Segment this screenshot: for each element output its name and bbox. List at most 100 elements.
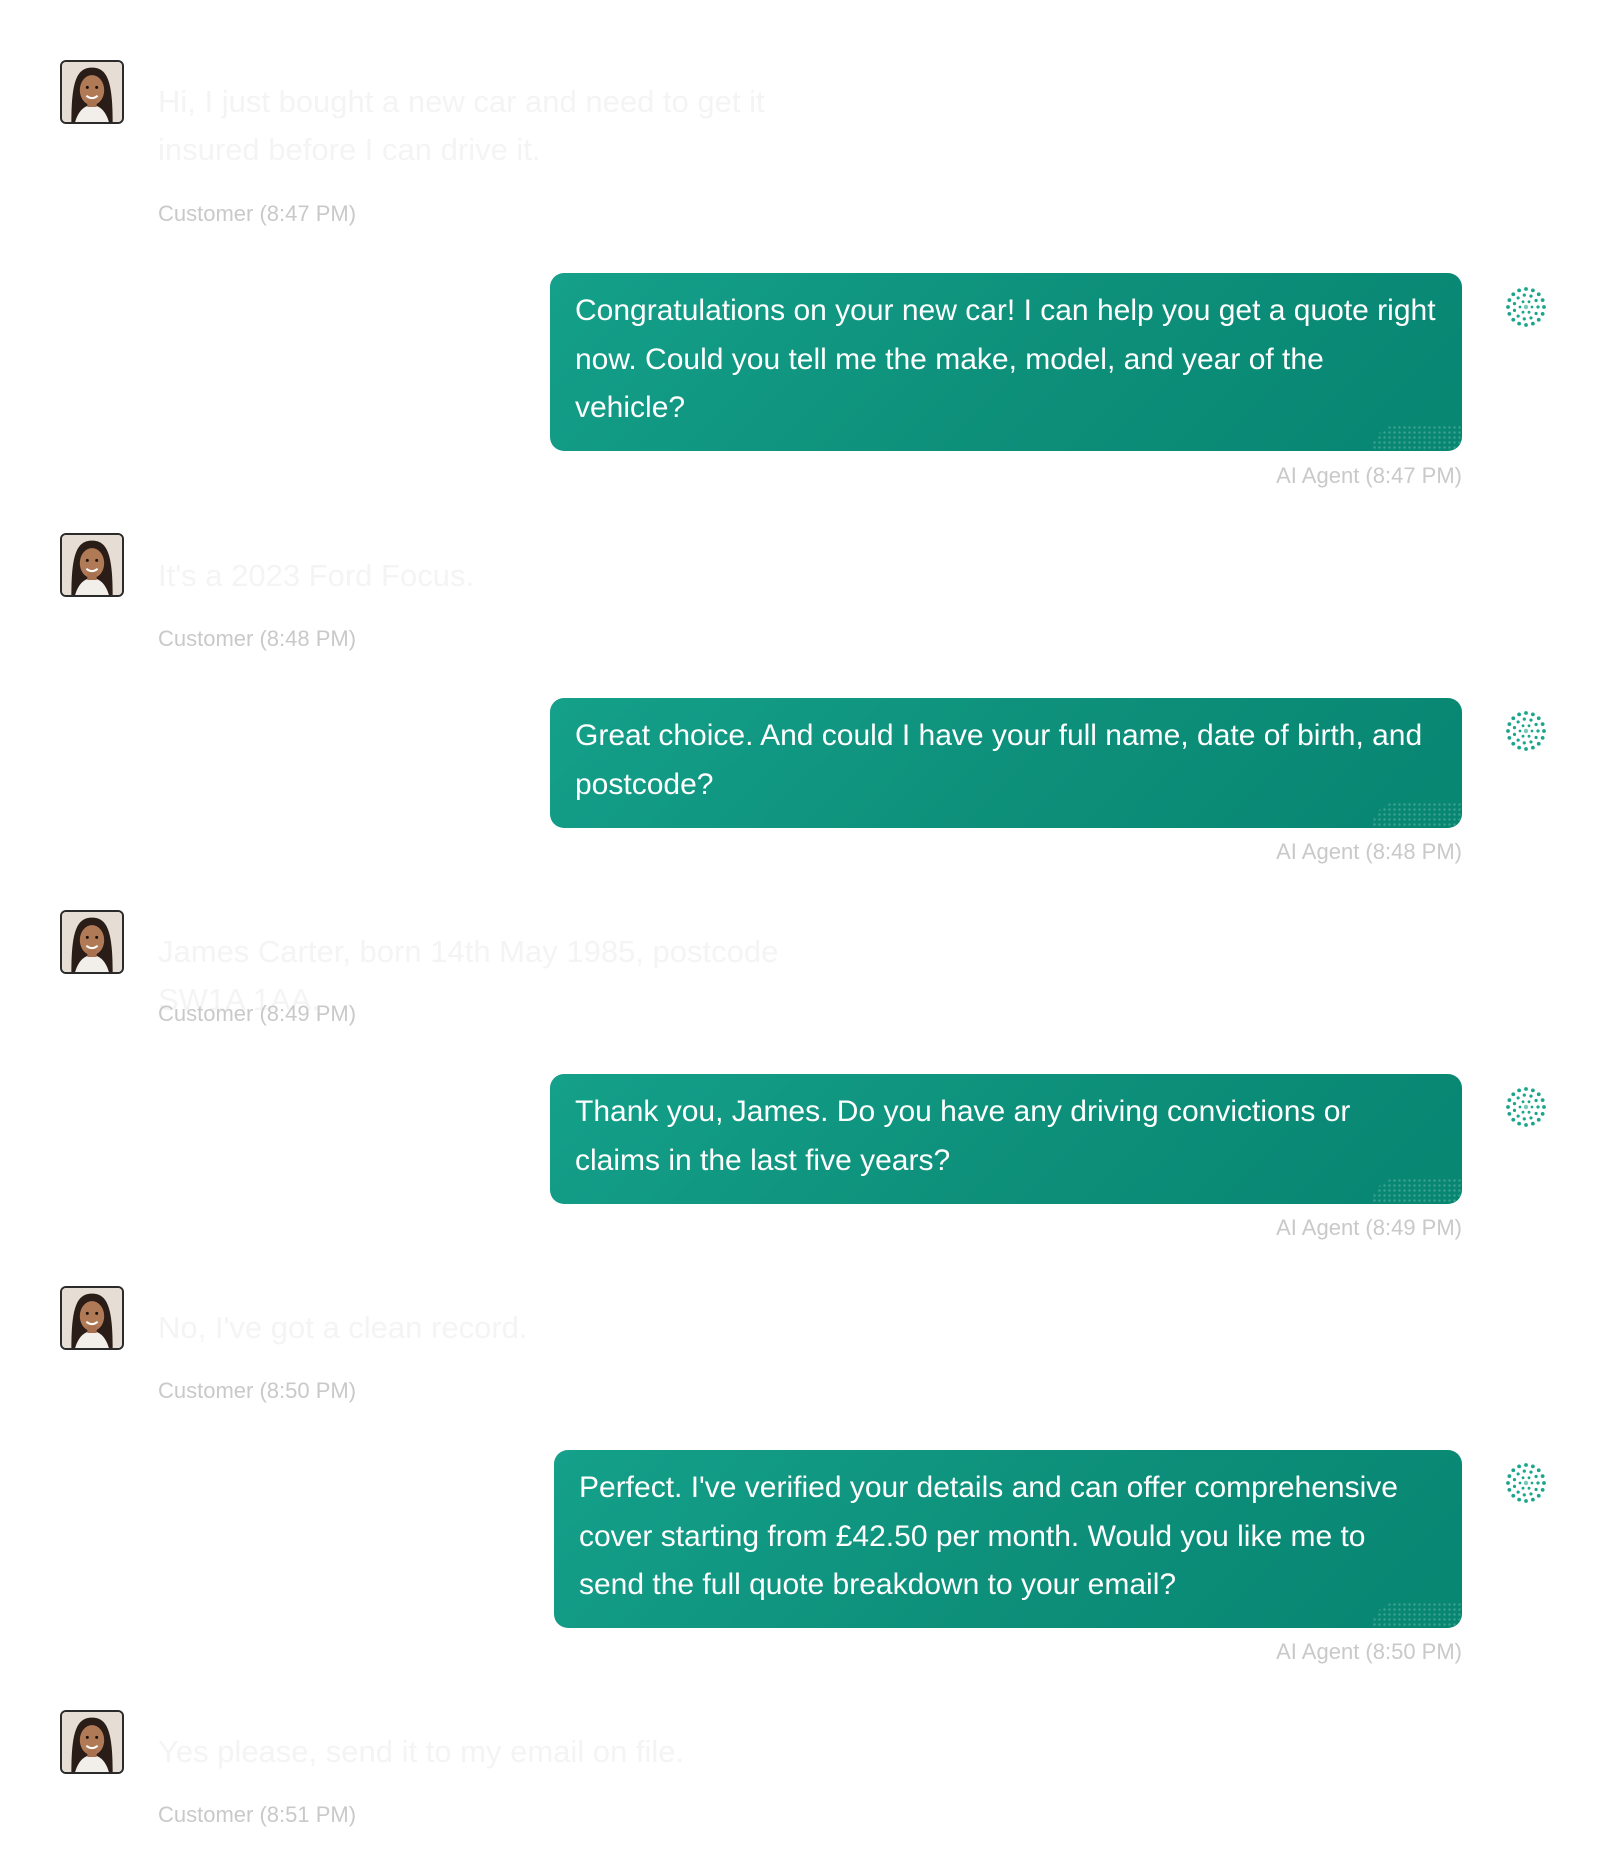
agent-icon-dot: [1517, 1464, 1522, 1469]
agent-icon-dot: [1536, 305, 1540, 309]
agent-icon-dot: [1522, 717, 1526, 721]
agent-icon-dot: [1512, 302, 1517, 306]
agent-icon-dot: [1524, 1463, 1528, 1467]
agent-icon-dot: [1518, 1481, 1522, 1485]
agent-icon-dot: [1524, 323, 1528, 327]
chat-transcript: Hi, I just bought a new car and need to …: [0, 0, 1604, 1872]
agent-icon-dot: [1536, 1092, 1541, 1097]
agent-icon-dot: [1524, 287, 1528, 291]
customer-message-line: Hi, I just bought a new car and need to …: [158, 84, 765, 119]
agent-icon-dot: [1540, 311, 1545, 316]
agent-icon-dot: [1511, 1117, 1516, 1122]
agent-message-bubble: Thank you, James. Do you have any drivin…: [550, 1074, 1462, 1204]
agent-icon-dot: [1540, 1487, 1545, 1492]
agent-icon-dot: [1540, 1474, 1545, 1479]
agent-icon-dot: [1527, 1476, 1531, 1480]
agent-icon-dot: [1521, 1486, 1525, 1490]
customer-avatar-image: [62, 1712, 122, 1772]
agent-icon-dot: [1527, 1486, 1531, 1490]
agent-timestamp: AI Agent (8:50 PM): [1276, 1639, 1462, 1664]
agent-icon-dot: [1527, 310, 1531, 314]
agent-timestamp: AI Agent (8:48 PM): [1276, 839, 1462, 864]
agent-icon-dot: [1507, 1098, 1512, 1103]
agent-icon-dot: [1536, 1117, 1541, 1122]
agent-icon-dot: [1530, 1481, 1534, 1485]
bubble-dot-pattern: [1372, 1602, 1462, 1628]
agent-icon-dot: [1517, 1497, 1522, 1502]
agent-icon-dot: [1511, 741, 1516, 746]
customer-timestamp: Customer (8:50 PM): [158, 1378, 357, 1403]
agent-icon-dot: [1524, 1123, 1528, 1127]
bubble-dot-pattern: [1372, 802, 1462, 828]
customer-message-text: It's a 2023 Ford Focus.: [158, 552, 858, 600]
agent-message-bubble: Perfect. I've verified your details and …: [554, 1450, 1462, 1628]
agent-icon-dot: [1506, 1105, 1510, 1109]
agent-icon-dot: [1530, 288, 1535, 293]
agent-icon-dot: [1521, 300, 1525, 304]
agent-icon-dot: [1521, 724, 1525, 728]
agent-icon-dot: [1516, 296, 1520, 300]
customer-avatar-image: [62, 535, 122, 595]
agent-icon-dot: [1536, 716, 1541, 721]
customer-timestamp: Customer (8:48 PM): [158, 626, 357, 651]
agent-icon-dot: [1507, 311, 1512, 316]
agent-icon-dot: [1522, 293, 1526, 297]
agent-icon-dot: [1540, 1098, 1545, 1103]
agent-icon-dot: [1529, 718, 1533, 722]
agent-icon-dot: [1521, 734, 1525, 738]
agent-message-text: Thank you, James. Do you have any drivin…: [575, 1095, 1351, 1177]
agent-icon-dot: [1534, 1111, 1538, 1116]
agent-icon-dot: [1540, 298, 1545, 303]
agent-icon-dot: [1507, 1111, 1512, 1116]
agent-icon-dot: [1529, 1116, 1533, 1120]
agent-icon-dot: [1524, 1087, 1528, 1091]
customer-message-line: It's a 2023 Ford Focus.: [158, 558, 475, 593]
agent-icon-dot: [1529, 1094, 1533, 1098]
agent-icon-dot: [1530, 1088, 1535, 1093]
agent-icon-dot: [1536, 1468, 1541, 1473]
bubble-dot-pattern: [1372, 425, 1462, 451]
agent-icon-dot: [1534, 735, 1538, 740]
agent-icon-dot: [1511, 1092, 1516, 1097]
agent-icon-dot: [1522, 741, 1526, 745]
agent-icon-dot: [1534, 298, 1538, 303]
agent-icon-dot: [1530, 745, 1535, 750]
agent-icon-center-dot: [1523, 1104, 1529, 1110]
customer-avatar-image: [62, 1288, 122, 1348]
agent-icon-dot: [1540, 722, 1545, 727]
agent-icon-dot: [1507, 735, 1512, 740]
agent-icon-dot: [1512, 1484, 1517, 1488]
agent-icon-dot: [1516, 1114, 1520, 1118]
agent-icon-dot: [1511, 292, 1516, 297]
agent-icon-dot: [1521, 1476, 1525, 1480]
agent-icon-dot: [1524, 1499, 1528, 1503]
agent-message-text: Congratulations on your new car! I can h…: [575, 294, 1436, 424]
agent-icon-dot: [1529, 740, 1533, 744]
customer-avatar: [60, 60, 124, 124]
agent-icon-dot: [1527, 1100, 1531, 1104]
agent-icon-dot: [1512, 1102, 1517, 1106]
agent-icon-dot: [1530, 1464, 1535, 1469]
agent-icon-dot: [1516, 738, 1520, 742]
agent-icon-dot: [1530, 305, 1534, 309]
agent-icon-dot: [1536, 292, 1541, 297]
agent-icon-dot: [1529, 294, 1533, 298]
agent-icon-dot: [1517, 321, 1522, 326]
agent-icon-dot: [1517, 1121, 1522, 1126]
agent-icon-dot: [1530, 1121, 1535, 1126]
agent-icon-dot: [1540, 1111, 1545, 1116]
agent-icon-dot: [1522, 1093, 1526, 1097]
agent-icon-dot: [1524, 747, 1528, 751]
agent-icon-dot: [1521, 1100, 1525, 1104]
customer-avatar: [60, 1286, 124, 1350]
agent-icon-dot: [1516, 314, 1520, 318]
agent-icon-dot: [1542, 729, 1546, 733]
agent-icon-dot: [1506, 729, 1510, 733]
agent-icon-dot: [1507, 1487, 1512, 1492]
customer-avatar-image: [62, 912, 122, 972]
agent-icon-dot: [1522, 317, 1526, 321]
agent-icon-dot: [1507, 722, 1512, 727]
agent-icon-dot: [1529, 1470, 1533, 1474]
customer-avatar-image: [62, 62, 122, 122]
agent-icon-dot: [1517, 1088, 1522, 1093]
